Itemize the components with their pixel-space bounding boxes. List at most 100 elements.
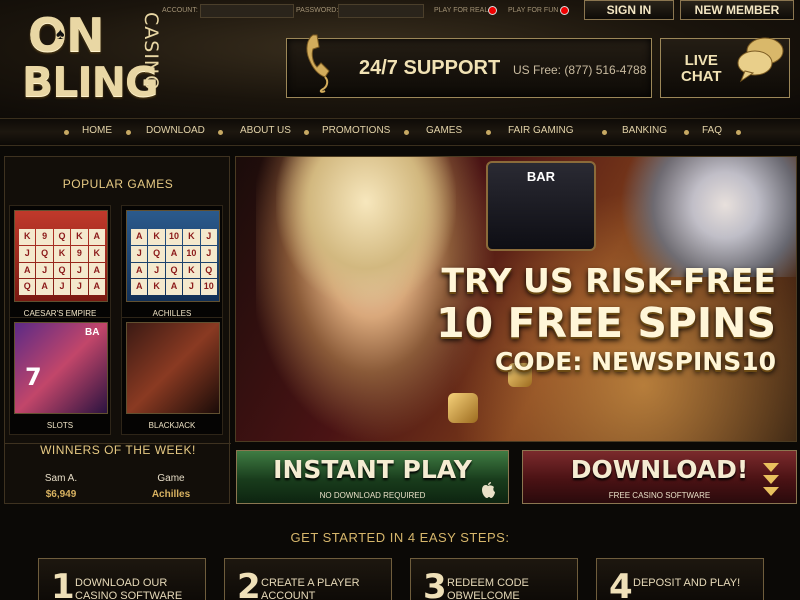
- live-chat-button[interactable]: LIVE CHAT: [660, 37, 790, 98]
- instant-play-button[interactable]: INSTANT PLAY NO DOWNLOAD REQUIRED: [236, 450, 509, 504]
- casino-logo[interactable]: ON ♠ BLING CASINO: [22, 6, 162, 110]
- step-number: 3: [423, 567, 447, 600]
- steps-title: GET STARTED IN 4 EASY STEPS:: [290, 530, 510, 545]
- nav-promotions[interactable]: PROMOTIONS: [322, 125, 390, 136]
- slot-machine-image: BAR: [486, 161, 596, 251]
- main-nav: HOME DOWNLOAD ABOUT US PROMOTIONS GAMES …: [0, 118, 800, 146]
- game-tile-caesars-empire[interactable]: K9QKA JQK9K AJQJA QAJJA CAESAR'S EMPIRE: [9, 205, 111, 323]
- sign-in-button[interactable]: SIGN IN: [584, 0, 674, 20]
- apple-icon: [482, 482, 495, 498]
- nav-home[interactable]: HOME: [82, 125, 112, 136]
- diamonds-image: [616, 157, 796, 277]
- nav-separator: [218, 130, 223, 135]
- step-1[interactable]: 1 DOWNLOAD OUR CASINO SOFTWARE: [38, 558, 206, 600]
- speech-bubble-icon: [737, 37, 784, 83]
- step-line1: DEPOSIT AND PLAY!: [633, 577, 741, 589]
- site-header: ON ♠ BLING CASINO ACCOUNT: PASSWORD: PLA…: [0, 0, 800, 118]
- step-4[interactable]: 4 DEPOSIT AND PLAY!: [596, 558, 764, 600]
- winners-title: WINNERS OF THE WEEK!: [40, 443, 196, 457]
- play-fun-radio[interactable]: [560, 6, 569, 15]
- game-tile-blackjack[interactable]: BLACKJACK: [121, 317, 223, 435]
- step-number: 1: [51, 567, 75, 600]
- instant-play-subtitle: NO DOWNLOAD REQUIRED: [319, 491, 426, 500]
- logo-casino-text: CASINO: [140, 12, 162, 92]
- account-label: ACCOUNT:: [162, 7, 198, 14]
- game-tile-achilles[interactable]: A K 10 K J J Q A 10 J AJQKQ A K A J 10 ACHILLES: [121, 205, 223, 323]
- support-phone: US Free: (877) 516-4788: [513, 63, 647, 77]
- password-label: PASSWORD:: [296, 7, 339, 14]
- nav-fair-gaming[interactable]: FAIR GAMING: [508, 125, 574, 136]
- spade-icon: ♠: [56, 26, 65, 43]
- play-real-label: PLAY FOR REAL: [434, 7, 489, 14]
- promo-banner[interactable]: BAR TRY US RISK-FREE 10 FREE SPINS CODE:…: [235, 156, 797, 442]
- nav-games[interactable]: GAMES: [426, 125, 462, 136]
- slot-reels: A K 10 K J J Q A 10 J AJQKQ A K A J 10: [131, 229, 217, 295]
- game-thumbnail: [126, 322, 220, 414]
- popular-games-title: POPULAR GAMES: [62, 177, 174, 191]
- left-panel: POPULAR GAMES K9QKA JQK9K AJQJA QAJJA CA…: [4, 156, 231, 504]
- live-chat-label: LIVE CHAT: [681, 53, 722, 85]
- promo-line-3: CODE: NEWSPINS10: [494, 347, 776, 376]
- nav-separator: [602, 130, 607, 135]
- nav-separator: [404, 130, 409, 135]
- step-line2: CASINO SOFTWARE: [75, 590, 183, 600]
- nav-download[interactable]: DOWNLOAD: [146, 125, 205, 136]
- step-text: REDEEM CODE OBWELCOME: [447, 577, 529, 600]
- step-line1: CREATE A PLAYER: [261, 577, 360, 589]
- step-line2: ACCOUNT: [261, 590, 316, 600]
- step-text: DEPOSIT AND PLAY!: [633, 577, 740, 590]
- nav-separator: [684, 130, 689, 135]
- step-2[interactable]: 2 CREATE A PLAYER ACCOUNT: [224, 558, 392, 600]
- play-real-radio[interactable]: [488, 6, 497, 15]
- password-input[interactable]: [338, 4, 424, 18]
- game-thumbnail: 7 BA: [14, 322, 108, 414]
- instant-play-title: INSTANT PLAY: [273, 455, 472, 484]
- step-line1: DOWNLOAD OUR: [75, 577, 168, 589]
- step-3[interactable]: 3 REDEEM CODE OBWELCOME: [410, 558, 578, 600]
- nav-banking[interactable]: BANKING: [622, 125, 667, 136]
- play-fun-label: PLAY FOR FUN: [508, 7, 559, 14]
- promo-line-2: 10 FREE SPINS: [436, 299, 776, 347]
- game-tile-slots[interactable]: 7 BA SLOTS: [9, 317, 111, 435]
- support-title: 24/7 SUPPORT: [359, 57, 501, 79]
- bar-symbol-icon: BA: [85, 327, 100, 338]
- seven-symbol-icon: 7: [25, 363, 42, 391]
- nav-separator: [486, 130, 491, 135]
- promo-line-1: TRY US RISK-FREE: [441, 261, 776, 300]
- slot-reels: K9QKA JQK9K AJQJA QAJJA: [19, 229, 105, 295]
- down-arrows-icon: [763, 463, 779, 496]
- download-title: DOWNLOAD!: [570, 455, 749, 484]
- banner-model-hair: [276, 157, 456, 307]
- live-chat-line2: CHAT: [681, 68, 722, 85]
- winner-game-header: Game: [157, 473, 185, 484]
- new-member-button[interactable]: NEW MEMBER: [680, 0, 794, 20]
- logo-bling-text: BLING: [22, 58, 159, 106]
- nav-separator: [304, 130, 309, 135]
- game-thumbnail: A K 10 K J J Q A 10 J AJQKQ A K A J 10: [126, 210, 220, 302]
- step-line2: OBWELCOME: [447, 590, 520, 600]
- dice-icon: [448, 393, 478, 423]
- nav-faq[interactable]: FAQ: [702, 125, 722, 136]
- account-input[interactable]: [200, 4, 294, 18]
- slot-bar-label: BAR: [526, 169, 556, 184]
- logo-on-text: ON: [28, 8, 105, 62]
- game-label: SLOTS: [46, 421, 74, 430]
- nav-separator: [64, 130, 69, 135]
- nav-about-us[interactable]: ABOUT US: [240, 125, 291, 136]
- nav-separator: [736, 130, 741, 135]
- nav-separator: [126, 130, 131, 135]
- step-number: 2: [237, 567, 261, 600]
- step-number: 4: [609, 567, 633, 600]
- download-subtitle: FREE CASINO SOFTWARE: [608, 491, 711, 500]
- game-label: BLACKJACK: [148, 421, 196, 430]
- step-text: CREATE A PLAYER ACCOUNT: [261, 577, 360, 600]
- game-thumbnail: K9QKA JQK9K AJQJA QAJJA: [14, 210, 108, 302]
- winner-game: Achilles: [151, 489, 191, 500]
- step-line1: REDEEM CODE: [447, 577, 529, 589]
- support-box[interactable]: 24/7 SUPPORT US Free: (877) 516-4788: [286, 34, 652, 98]
- winner-amount: $6,949: [45, 489, 77, 500]
- download-button[interactable]: DOWNLOAD! FREE CASINO SOFTWARE: [522, 450, 797, 504]
- winner-name: Sam A.: [44, 473, 78, 484]
- step-text: DOWNLOAD OUR CASINO SOFTWARE: [75, 577, 182, 600]
- phone-icon: [306, 34, 330, 93]
